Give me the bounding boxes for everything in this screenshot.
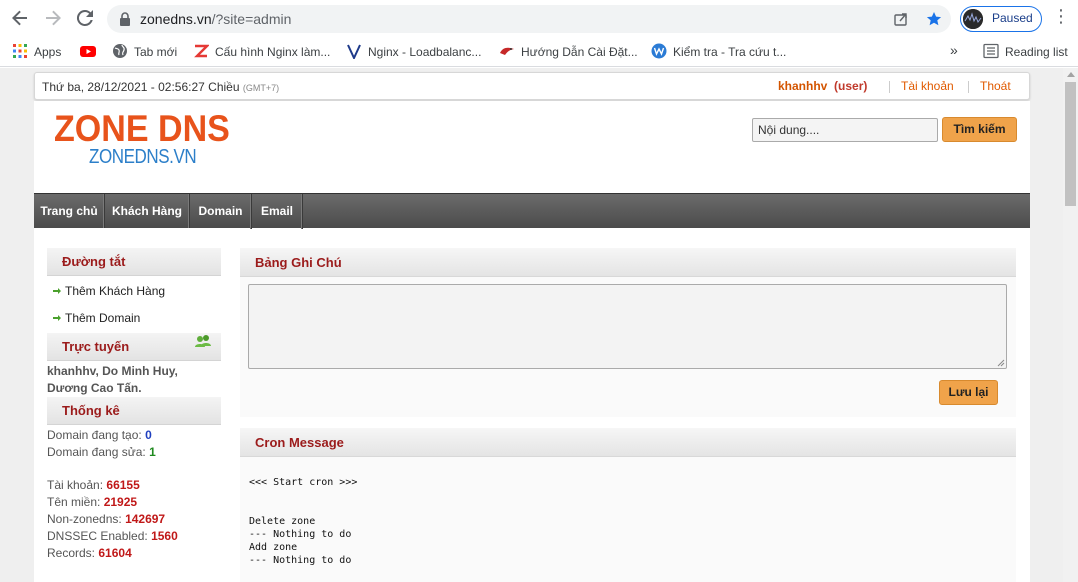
nav-domain[interactable]: Domain (190, 194, 252, 229)
online-heading: Trực tuyến (47, 333, 221, 361)
bookmark-youtube[interactable] (80, 43, 102, 61)
cron-start-line: <<< Start cron >>> (249, 477, 358, 488)
resize-grip-icon[interactable] (997, 359, 1005, 367)
avatar (963, 9, 983, 29)
logout-link[interactable]: Thoát (980, 79, 1011, 93)
sidebar: Đường tắt Thêm Khách Hàng Thêm Domain Tr… (34, 228, 234, 582)
bookmark-nginx-config[interactable]: Cấu hình Nginx làm... (193, 43, 330, 61)
datetime-text: Thứ ba, 28/12/2021 - 02:56:27 Chiều (GMT… (42, 80, 280, 94)
more-menu-icon[interactable]: ⋮ (1052, 6, 1070, 30)
divider (968, 81, 969, 93)
online-users-line: khanhhv, Do Minh Huy, (47, 364, 178, 378)
online-heading-label: Trực tuyến (62, 339, 130, 354)
v-logo-icon (347, 44, 361, 59)
globe-icon (113, 44, 127, 58)
z-logo-icon (194, 44, 209, 58)
cron-log-line: --- Nothing to do (249, 555, 352, 566)
bookmark-label: Tab mới (134, 45, 178, 59)
divider (889, 81, 890, 93)
page-scrollbar[interactable] (1063, 68, 1078, 582)
current-user[interactable]: khanhhv (user) (778, 79, 867, 93)
save-notes-button[interactable]: Lưu lại (939, 380, 998, 405)
w-logo-icon (651, 43, 667, 59)
main-nav: Trang chủ Khách Hàng Domain Email (34, 193, 1030, 229)
user-role: (user) (834, 79, 868, 93)
reading-list-button[interactable]: Reading list (983, 43, 1068, 61)
reading-list-icon (983, 43, 999, 59)
youtube-icon (80, 46, 96, 57)
scroll-up-arrow-icon[interactable] (1067, 72, 1075, 77)
account-link[interactable]: Tài khoản (901, 79, 954, 93)
nav-email[interactable]: Email (252, 194, 303, 229)
bookmark-label: Kiểm tra - Tra cứu t... (673, 45, 787, 59)
bookmark-nginx-loadbalance[interactable]: Nginx - Loadbalanc... (346, 43, 481, 61)
sidebar-link-add-domain[interactable]: Thêm Domain (47, 305, 221, 331)
site-logo[interactable]: ZONE DNS ZONEDNS.VN (54, 108, 245, 168)
bookmark-star-icon[interactable] (926, 11, 942, 27)
reading-list-label: Reading list (1005, 45, 1068, 59)
users-online-icon (195, 335, 211, 347)
reload-icon[interactable] (73, 6, 97, 30)
cron-heading: Cron Message (240, 428, 1016, 457)
logo-title: ZONE DNS (54, 108, 230, 149)
user-info-bar: Thứ ba, 28/12/2021 - 02:56:27 Chiều (GMT… (34, 72, 1030, 100)
stat-domain-editing: Domain đang sửa: 1 (47, 445, 156, 459)
timezone-text: (GMT+7) (242, 83, 280, 93)
nav-home[interactable]: Trang chủ (34, 194, 105, 229)
bookmark-apps[interactable]: Apps (12, 43, 61, 61)
bookmark-label: Hướng Dẫn Cài Đặt... (521, 45, 638, 59)
sidebar-link-add-customer[interactable]: Thêm Khách Hàng (47, 278, 221, 304)
search-input[interactable] (752, 118, 938, 142)
address-bar[interactable]: zonedns.vn/?site=admin (107, 5, 951, 33)
sidebar-link-label: Thêm Khách Hàng (65, 284, 166, 298)
cron-log-line: Delete zone (249, 516, 316, 527)
forward-arrow-icon[interactable] (41, 6, 65, 30)
profile-label: Paused (992, 11, 1033, 25)
page-viewport: Thứ ba, 28/12/2021 - 02:56:27 Chiều (GMT… (0, 68, 1078, 582)
stat-records: Records: 61604 (47, 546, 132, 560)
search-button[interactable]: Tìm kiếm (942, 117, 1017, 142)
back-arrow-icon[interactable] (8, 6, 32, 30)
bookmark-install-guide[interactable]: Hướng Dẫn Cài Đặt... (499, 43, 638, 61)
bookmark-label: Nginx - Loadbalanc... (368, 45, 482, 59)
profile-button[interactable]: Paused (960, 6, 1042, 32)
bookmarks-overflow-icon[interactable]: » (950, 41, 958, 59)
stat-domains: Tên miền: 21925 (47, 495, 138, 509)
sidebar-link-label: Thêm Domain (65, 311, 141, 325)
url-text: zonedns.vn/?site=admin (140, 11, 292, 27)
browser-toolbar: zonedns.vn/?site=admin Paused ⋮ (0, 0, 1078, 37)
stat-accounts: Tài khoản: 66155 (47, 478, 140, 492)
notes-textarea[interactable] (248, 284, 1007, 369)
bookmarks-bar: Apps Tab mới Cấu hình Nginx làm... Nginx… (0, 37, 1078, 67)
online-users-line: Dương Cao Tấn. (47, 381, 142, 395)
arrow-right-icon (53, 288, 61, 294)
stat-domain-creating: Domain đang tạo: 0 (47, 428, 152, 442)
bookmark-check-lookup[interactable]: Kiểm tra - Tra cứu t... (651, 43, 786, 61)
site-header: ZONE DNS ZONEDNS.VN Tìm kiếm (34, 101, 1030, 193)
bookmark-new-tab[interactable]: Tab mới (112, 43, 177, 61)
bookmark-label: Apps (34, 45, 62, 59)
nav-customers[interactable]: Khách Hàng (105, 194, 190, 229)
cron-log-line: --- Nothing to do (249, 529, 352, 540)
stat-dnssec: DNSSEC Enabled: 1560 (47, 529, 178, 543)
scrollbar-thumb[interactable] (1065, 82, 1076, 206)
bird-logo-icon (500, 47, 514, 55)
lock-icon (120, 12, 130, 26)
page-container: ZONE DNS ZONEDNS.VN Tìm kiếm Trang chủ K… (34, 101, 1030, 582)
stats-block: Domain đang tạo: 0 Domain đang sửa: 1 Tà… (47, 427, 178, 562)
share-icon[interactable] (893, 11, 909, 27)
apps-grid-icon (13, 44, 27, 58)
logo-subtitle: ZONEDNS.VN (89, 146, 197, 168)
bookmark-label: Cấu hình Nginx làm... (215, 45, 331, 59)
arrow-right-icon (53, 315, 61, 321)
shortcuts-heading: Đường tắt (47, 248, 221, 276)
stats-heading: Thống kê (47, 397, 221, 425)
online-users-list: khanhhv, Do Minh Huy, Dương Cao Tấn. (47, 363, 178, 397)
notes-heading: Bảng Ghi Chú (240, 248, 1016, 277)
cron-log-line: Add zone (249, 542, 298, 553)
stat-non-zonedns: Non-zonedns: 142697 (47, 512, 166, 526)
